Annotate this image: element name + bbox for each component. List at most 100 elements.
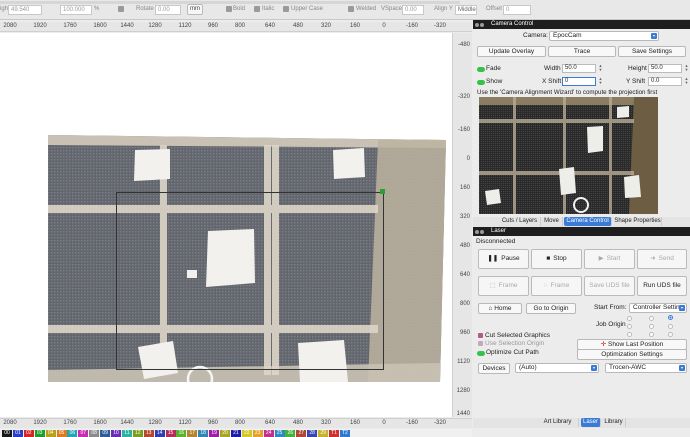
height-input[interactable]: 49.540	[8, 5, 42, 15]
align-y-select[interactable]: Middle	[455, 5, 477, 15]
color-swatch[interactable]: 18	[198, 430, 209, 437]
job-origin-top-left[interactable]	[627, 316, 632, 321]
tab-library[interactable]: Library	[602, 418, 626, 427]
vspace-input[interactable]: 0.00	[402, 5, 424, 15]
color-swatch[interactable]: 02	[23, 430, 34, 437]
color-swatch[interactable]: T2	[339, 430, 350, 437]
machine-select[interactable]: Trocen-AWC ▾	[605, 363, 687, 373]
color-swatch[interactable]: 20	[220, 430, 230, 437]
window-controls-icon[interactable]	[475, 22, 489, 27]
tab-move[interactable]: Move	[541, 217, 563, 226]
color-swatch[interactable]: 19	[209, 430, 220, 437]
y-shift-stepper[interactable]: ▲ ▼	[684, 77, 689, 86]
save-uds-button[interactable]: Save UDS file	[584, 276, 635, 296]
job-origin-top-center[interactable]	[649, 316, 654, 321]
upper-case-icon[interactable]	[283, 6, 289, 12]
workspace-canvas[interactable]	[0, 33, 452, 417]
color-swatch[interactable]: T1	[329, 430, 339, 437]
x-shift-stepper[interactable]: ▲ ▼	[598, 77, 603, 86]
italic-icon[interactable]	[254, 6, 260, 12]
save-settings-button[interactable]: Save Settings	[618, 46, 686, 57]
x-shift-input[interactable]: 0	[562, 77, 596, 86]
optimization-settings-button[interactable]: Optimization Settings	[577, 349, 687, 360]
tab-shape-properties[interactable]: Shape Properties	[614, 217, 662, 226]
home-button[interactable]: ⌂ Home	[478, 303, 522, 314]
color-swatch[interactable]: 03	[34, 430, 45, 437]
cut-selected-checkbox[interactable]	[478, 333, 483, 338]
tab-art-library[interactable]: Art Library	[537, 418, 579, 427]
tab-camera-control[interactable]: Camera Control	[564, 217, 612, 226]
rotate-input[interactable]: 0.00	[155, 5, 181, 15]
color-swatch[interactable]: 28	[307, 430, 318, 437]
color-swatch[interactable]: 26	[285, 430, 296, 437]
color-swatch[interactable]: 23	[252, 430, 263, 437]
size-input[interactable]: 100.000	[60, 5, 92, 15]
job-origin-middle-right[interactable]	[668, 324, 673, 329]
show-toggle[interactable]	[477, 80, 485, 85]
start-button[interactable]: ▶ Start	[584, 249, 635, 269]
ruler-tick-label: 800	[234, 23, 246, 29]
use-selection-origin-label: Use Selection Origin	[485, 340, 545, 347]
offset-input[interactable]: 0	[503, 5, 531, 15]
send-button[interactable]: ➜ Send	[637, 249, 687, 269]
optimize-cut-path-toggle[interactable]	[477, 351, 485, 356]
height-stepper[interactable]: ▲ ▼	[684, 64, 689, 73]
color-swatch[interactable]: 10	[111, 430, 121, 437]
laser-panel-header[interactable]: Laser	[473, 227, 690, 236]
stop-button[interactable]: ■ Stop	[531, 249, 582, 269]
color-swatch[interactable]: 14	[154, 430, 165, 437]
ruler-tick-label: 1440	[120, 23, 134, 29]
width-input[interactable]: 50.0	[562, 64, 596, 73]
color-swatch[interactable]: 21	[230, 430, 241, 437]
bold-icon[interactable]	[226, 6, 232, 12]
use-selection-origin-checkbox[interactable]	[478, 341, 483, 346]
color-swatch[interactable]: 01	[12, 430, 23, 437]
color-swatch[interactable]: 04	[45, 430, 56, 437]
height-input[interactable]: 50.0	[648, 64, 682, 73]
color-swatch[interactable]: 24	[263, 430, 274, 437]
update-overlay-button[interactable]: Update Overlay	[477, 46, 546, 57]
color-swatch[interactable]: 17	[187, 430, 198, 437]
window-controls-icon[interactable]	[475, 229, 489, 234]
color-swatch[interactable]: 22	[241, 430, 252, 437]
tab-cuts-layers[interactable]: Cuts / Layers	[499, 217, 541, 226]
color-swatch[interactable]: 15	[165, 430, 176, 437]
color-swatch[interactable]: 08	[89, 430, 100, 437]
job-origin-bottom-right[interactable]	[668, 332, 673, 337]
tab-laser[interactable]: Laser	[581, 418, 601, 427]
color-swatch[interactable]: 16	[176, 430, 187, 437]
color-swatch[interactable]: 06	[67, 430, 78, 437]
job-origin-middle-center[interactable]	[649, 324, 654, 329]
color-swatch[interactable]: 05	[56, 430, 67, 437]
lock-icon[interactable]	[118, 6, 124, 12]
color-swatch[interactable]: 29	[318, 430, 329, 437]
rubber-band-frame-button[interactable]: ◌ Frame	[531, 276, 582, 296]
start-from-select[interactable]: Controller Setting ▾	[629, 303, 687, 313]
color-swatch[interactable]: 07	[78, 430, 89, 437]
color-swatch[interactable]: 27	[296, 430, 307, 437]
job-origin-bottom-center[interactable]	[649, 332, 654, 337]
color-swatch[interactable]: 11	[121, 430, 132, 437]
width-stepper[interactable]: ▲ ▼	[598, 64, 603, 73]
camera-select[interactable]: EpocCam ▾	[549, 31, 659, 41]
job-origin-bottom-left[interactable]	[627, 332, 632, 337]
fade-toggle[interactable]	[477, 67, 485, 72]
port-select[interactable]: (Auto) ▾	[515, 363, 599, 373]
unit-button[interactable]: mm	[187, 4, 203, 15]
color-swatch[interactable]: 13	[143, 430, 154, 437]
run-uds-button[interactable]: Run UDS file	[637, 276, 687, 296]
go-to-origin-button[interactable]: Go to Origin	[526, 303, 576, 314]
color-swatch[interactable]: 25	[274, 430, 285, 437]
welded-icon[interactable]	[348, 6, 354, 12]
color-swatch[interactable]: 12	[132, 430, 143, 437]
devices-button[interactable]: Devices	[478, 363, 510, 374]
camera-panel-header[interactable]: Camera Control	[473, 20, 690, 29]
trace-button[interactable]: Trace	[548, 46, 616, 57]
y-shift-input[interactable]: 0.0	[648, 77, 682, 86]
color-swatch[interactable]: 09	[100, 430, 111, 437]
pause-button[interactable]: ❚❚ Pause	[478, 249, 529, 269]
color-swatch[interactable]: 00	[2, 430, 12, 437]
job-origin-top-right[interactable]	[668, 315, 673, 320]
frame-button[interactable]: ⬚ Frame	[478, 276, 529, 296]
job-origin-middle-left[interactable]	[627, 324, 632, 329]
